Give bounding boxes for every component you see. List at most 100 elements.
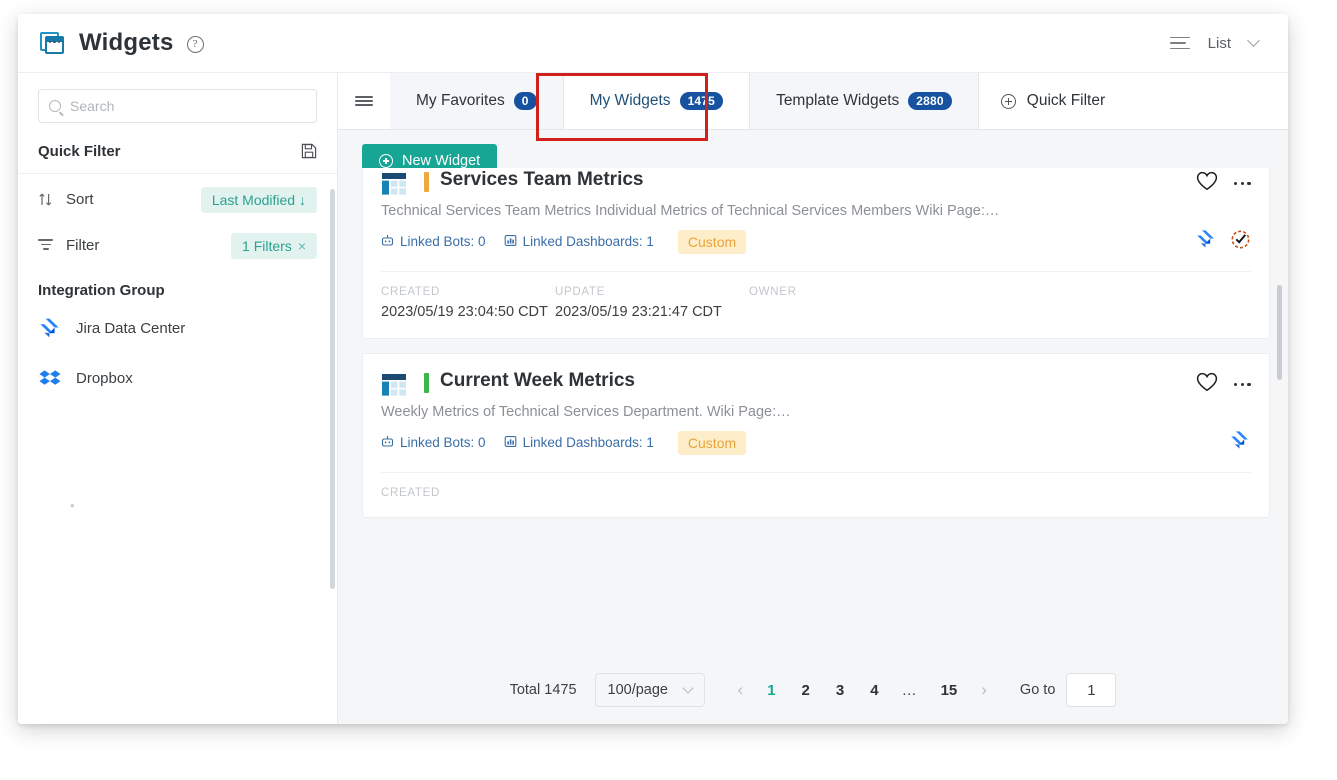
- page-title: Widgets: [79, 29, 174, 57]
- title-right-group: List: [1170, 35, 1288, 52]
- dropbox-icon: [38, 366, 62, 390]
- linked-bots-chip[interactable]: Linked Bots: 0: [381, 234, 486, 250]
- widget-icon: [381, 373, 407, 397]
- page-2-button[interactable]: 2: [789, 682, 823, 699]
- sidebar-divider: [18, 173, 337, 174]
- body-area: Quick Filter Sort: [18, 73, 1288, 724]
- quick-filter-header: Quick Filter: [18, 129, 337, 173]
- heart-outline-icon[interactable]: [1196, 372, 1218, 397]
- tab-my-favorites[interactable]: My Favorites 0: [390, 73, 564, 129]
- search-input[interactable]: [70, 98, 306, 114]
- chevron-down-icon: [682, 682, 693, 693]
- widget-meta-row: Linked Bots: 0 Linke: [381, 228, 1251, 255]
- page-3-button[interactable]: 3: [823, 682, 857, 699]
- search-box[interactable]: [38, 89, 317, 123]
- update-label: UPDATE: [555, 286, 749, 298]
- last-page-button[interactable]: 15: [928, 682, 971, 699]
- plus-circle-icon: [1001, 94, 1016, 109]
- next-page-button[interactable]: ›: [970, 680, 998, 700]
- dashboard-chart-icon: [504, 435, 517, 451]
- tab-label: My Favorites: [416, 92, 505, 110]
- clear-filter-icon[interactable]: ×: [298, 238, 306, 254]
- sidebar-item-label: Dropbox: [76, 370, 133, 387]
- goto-page-input[interactable]: [1066, 673, 1116, 707]
- integration-group-title: Integration Group: [18, 266, 337, 303]
- widget-description: Technical Services Team Metrics Individu…: [381, 203, 1251, 219]
- tab-template-widgets[interactable]: Template Widgets 2880: [750, 73, 979, 129]
- owner-label: OWNER: [749, 286, 797, 298]
- add-quick-filter-button[interactable]: Quick Filter: [979, 73, 1127, 129]
- widget-title[interactable]: Services Team Metrics: [440, 169, 644, 191]
- plus-circle-icon: [379, 154, 393, 168]
- filter-value-text: 1 Filters: [242, 238, 292, 254]
- page-4-button[interactable]: 4: [857, 682, 891, 699]
- widget-integration-icons: [1229, 429, 1251, 456]
- linked-bots-label: Linked Bots: 0: [400, 435, 486, 450]
- created-label: CREATED: [381, 286, 555, 298]
- widget-type-tag: Custom: [678, 431, 746, 455]
- list-lines-icon[interactable]: [1170, 37, 1190, 50]
- quick-filter-label: Quick Filter: [1027, 92, 1105, 110]
- filter-value-pill[interactable]: 1 Filters ×: [231, 233, 317, 259]
- created-stamp: CREATED 2023/05/19 23:04:50 CDT: [381, 286, 555, 320]
- view-mode-label[interactable]: List: [1208, 35, 1231, 52]
- tab-bar: My Favorites 0 My Widgets 1475 Template …: [338, 73, 1288, 130]
- quick-filter-title: Quick Filter: [38, 143, 121, 160]
- app-window: Widgets ? List Quick Filter: [18, 14, 1288, 724]
- linked-dashboards-chip[interactable]: Linked Dashboards: 1: [504, 234, 654, 250]
- widget-integration-icons: [1195, 228, 1251, 255]
- widget-color-bar: [424, 172, 429, 192]
- sidebar: Quick Filter Sort: [18, 73, 338, 724]
- widget-icon: [381, 172, 407, 196]
- created-label: CREATED: [381, 487, 555, 499]
- linked-dashboards-label: Linked Dashboards: 1: [523, 234, 654, 249]
- sidebar-item-jira-data-center[interactable]: Jira Data Center: [18, 303, 337, 353]
- page-ellipsis[interactable]: …: [892, 682, 928, 699]
- more-options-icon[interactable]: [1234, 176, 1251, 192]
- tab-count-badge: 0: [514, 92, 537, 110]
- page-1-button[interactable]: 1: [754, 682, 788, 699]
- clock-check-icon: [1230, 229, 1251, 255]
- new-widget-label: New Widget: [402, 153, 480, 169]
- chevron-down-icon[interactable]: [1247, 34, 1260, 47]
- save-disk-icon[interactable]: [301, 143, 317, 159]
- sidebar-row-filter[interactable]: Filter 1 Filters ×: [18, 225, 337, 266]
- update-stamp: UPDATE 2023/05/19 23:21:47 CDT: [555, 286, 749, 320]
- jira-icon: [1229, 429, 1251, 456]
- jira-icon: [1195, 228, 1217, 255]
- search-wrapper: [18, 73, 337, 123]
- widget-card-actions: [1196, 169, 1251, 196]
- heart-outline-icon[interactable]: [1196, 171, 1218, 196]
- linked-dashboards-chip[interactable]: Linked Dashboards: 1: [504, 435, 654, 451]
- sidebar-scrollbar[interactable]: [330, 189, 335, 589]
- tab-count-badge: 2880: [908, 92, 952, 110]
- widget-card[interactable]: Current Week Metrics Weekly Metrics of T…: [362, 353, 1270, 518]
- question-circle-icon[interactable]: ?: [187, 36, 204, 53]
- more-options-icon[interactable]: [1234, 377, 1251, 393]
- title-bar: Widgets ? List: [18, 14, 1288, 73]
- widget-meta-row: Linked Bots: 0 Linke: [381, 429, 1251, 456]
- widget-type-tag: Custom: [678, 230, 746, 254]
- page-size-select[interactable]: 100/page: [595, 673, 705, 707]
- title-left-group: Widgets ?: [18, 29, 204, 57]
- jira-icon: [38, 316, 62, 340]
- main-content: My Favorites 0 My Widgets 1475 Template …: [338, 73, 1288, 724]
- linked-dashboards-label: Linked Dashboards: 1: [523, 435, 654, 450]
- sidebar-row-sort[interactable]: Sort Last Modified ↓: [18, 179, 337, 220]
- prev-page-button[interactable]: ‹: [727, 680, 755, 700]
- hamburger-icon[interactable]: [338, 73, 390, 129]
- tab-my-widgets[interactable]: My Widgets 1475: [564, 73, 750, 129]
- widget-color-bar: [424, 373, 429, 393]
- bot-icon: [381, 234, 394, 250]
- content-scrollbar[interactable]: [1277, 285, 1282, 380]
- total-count: Total 1475: [510, 682, 577, 698]
- widget-card[interactable]: Services Team Metrics Technical Services…: [362, 168, 1270, 339]
- widget-title[interactable]: Current Week Metrics: [440, 370, 635, 392]
- sort-arrows-icon: [38, 192, 53, 207]
- sort-value-pill[interactable]: Last Modified ↓: [201, 187, 317, 213]
- sidebar-item-dropbox[interactable]: Dropbox: [18, 353, 337, 403]
- linked-bots-chip[interactable]: Linked Bots: 0: [381, 435, 486, 451]
- widget-description: Weekly Metrics of Technical Services Dep…: [381, 404, 1251, 420]
- tab-count-badge: 1475: [680, 92, 724, 110]
- sidebar-item-label: Jira Data Center: [76, 320, 185, 337]
